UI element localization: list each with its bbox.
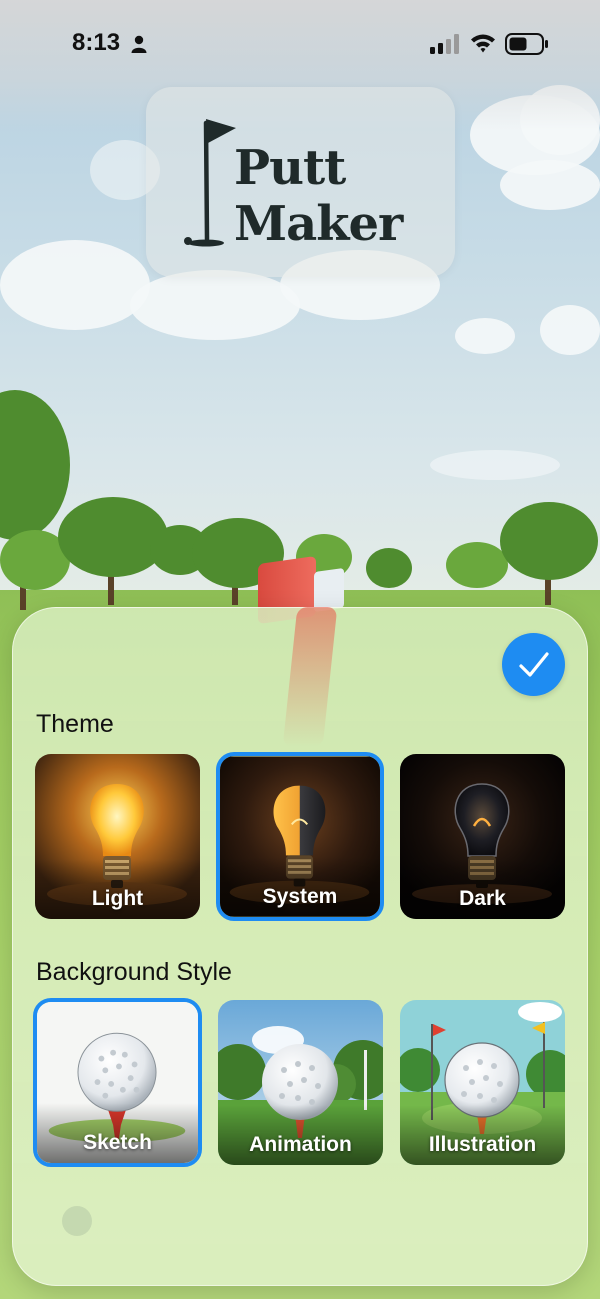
logo-line-1: Putt — [234, 140, 346, 196]
cloud — [0, 240, 150, 330]
theme-option-system[interactable]: System — [216, 752, 384, 921]
cloud — [455, 318, 515, 354]
theme-option-dark-label: Dark — [459, 887, 506, 910]
theme-option-light[interactable]: Light — [35, 754, 200, 919]
background-style-section-title: Background Style — [36, 958, 232, 986]
app-logo-text: Putt Maker — [234, 140, 434, 252]
signal-icon — [430, 34, 459, 54]
battery-icon — [505, 33, 548, 55]
background-option-animation[interactable]: Animation — [218, 1000, 383, 1165]
tree — [500, 502, 598, 580]
cloud — [130, 270, 300, 340]
cloud — [500, 160, 600, 210]
cloud — [540, 305, 600, 355]
tree — [366, 548, 412, 588]
checkmark-icon — [518, 651, 549, 677]
decorative-dot — [62, 1206, 92, 1236]
person-icon — [131, 35, 147, 53]
flag-pole-top — [314, 567, 344, 613]
theme-option-light-label: Light — [91, 887, 144, 910]
background-option-animation-label: Animation — [249, 1133, 352, 1156]
tree — [58, 497, 168, 577]
background-option-sketch-label: Sketch — [83, 1131, 152, 1154]
theme-option-system-label: System — [262, 885, 338, 908]
background-option-illustration-label: Illustration — [428, 1133, 537, 1156]
golf-flag-icon — [184, 119, 236, 247]
theme-section-title: Theme — [36, 710, 114, 738]
wifi-icon — [471, 34, 495, 53]
cloud — [430, 450, 560, 480]
background-option-sketch[interactable]: Sketch — [33, 998, 202, 1167]
background-option-illustration[interactable]: Illustration — [400, 1000, 565, 1165]
theme-option-dark[interactable]: Dark — [400, 754, 565, 919]
status-bar: 8:13 — [0, 0, 600, 88]
logo-line-2: Maker — [234, 196, 403, 252]
done-button[interactable] — [502, 633, 565, 696]
tree — [446, 542, 508, 588]
status-time: 8:13 — [72, 29, 121, 56]
